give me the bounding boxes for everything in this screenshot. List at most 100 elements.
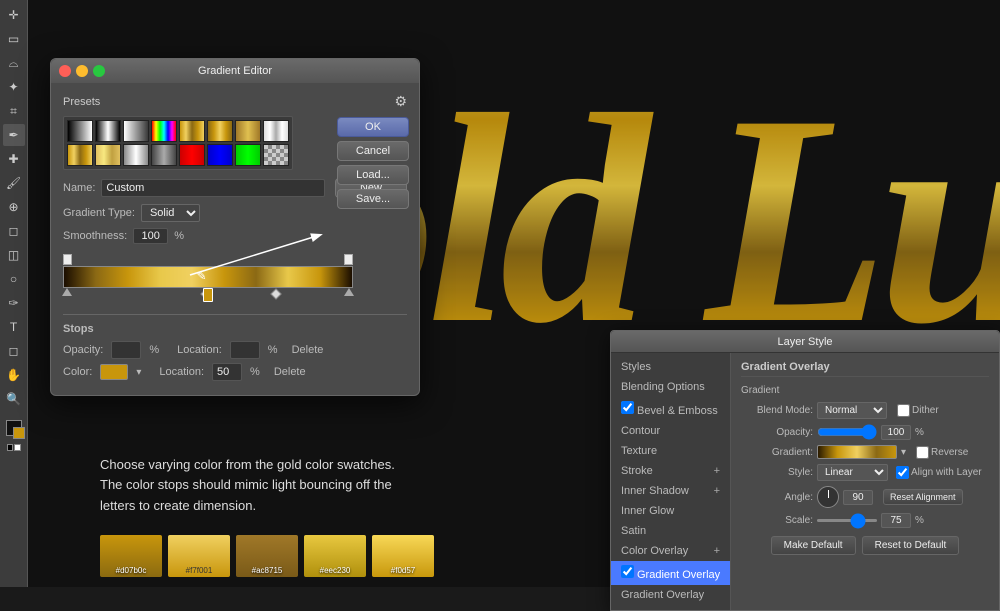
swatch-gold4[interactable]: #eec230 <box>304 535 366 577</box>
styles-item-stroke[interactable]: Stroke + <box>611 461 730 481</box>
reverse-checkbox[interactable] <box>916 446 929 459</box>
marquee-tool[interactable]: ▭ <box>3 28 25 50</box>
heal-tool[interactable]: ✚ <box>3 148 25 170</box>
name-input[interactable] <box>101 179 325 197</box>
styles-item-inner-glow[interactable]: Inner Glow <box>611 501 730 521</box>
reset-to-default-button[interactable]: Reset to Default <box>862 536 960 555</box>
styles-item-inner-shadow[interactable]: Inner Shadow + <box>611 481 730 501</box>
opacity-stop-left[interactable] <box>63 254 72 265</box>
styles-item-color-overlay[interactable]: Color Overlay + <box>611 541 730 561</box>
magic-wand-tool[interactable]: ✦ <box>3 76 25 98</box>
gradient-tool[interactable]: ◫ <box>3 244 25 266</box>
color-dropdown-icon[interactable]: ▾ <box>136 367 141 378</box>
preset-gold3[interactable] <box>235 120 261 142</box>
preset-checker[interactable] <box>263 144 289 166</box>
swatch-gold3[interactable]: #ac8715 <box>236 535 298 577</box>
gradient-bar[interactable]: ✎ <box>63 266 353 288</box>
swatch-gold5[interactable]: #f0d57 <box>372 535 434 577</box>
color-stop-middle[interactable] <box>203 288 213 302</box>
styles-item-blending[interactable]: Blending Options <box>611 377 730 397</box>
bevel-checkbox[interactable] <box>621 401 634 414</box>
gradient-preview[interactable] <box>817 445 897 459</box>
style-select[interactable]: Linear Radial Angle Reflected Diamond <box>817 464 888 481</box>
angle-dial[interactable] <box>817 486 839 508</box>
zoom-tool[interactable]: 🔍 <box>3 388 25 410</box>
eraser-tool[interactable]: ◻ <box>3 220 25 242</box>
name-label: Name: <box>63 182 95 194</box>
opacity-stop-input[interactable] <box>111 341 141 359</box>
styles-item-gradient-overlay[interactable]: Gradient Overlay <box>611 561 730 585</box>
maximize-button[interactable] <box>93 65 105 77</box>
preset-gold4[interactable] <box>67 144 93 166</box>
styles-item-gradient-overlay2[interactable]: Gradient Overlay <box>611 585 730 605</box>
preset-bwb[interactable] <box>95 120 121 142</box>
gradient-dropdown-icon[interactable]: ▾ <box>901 447 906 458</box>
opacity-slider[interactable] <box>817 424 877 440</box>
preset-silver2[interactable] <box>123 144 149 166</box>
opacity-stop-right[interactable] <box>344 254 353 265</box>
scale-slider[interactable] <box>817 519 877 522</box>
save-button[interactable]: Save... <box>337 189 409 209</box>
eyedropper-tool[interactable]: ✒ <box>3 124 25 146</box>
dither-checkbox[interactable] <box>897 404 910 417</box>
styles-item-satin[interactable]: Satin <box>611 521 730 541</box>
opacity-location-input[interactable] <box>230 341 260 359</box>
preset-black-white[interactable] <box>67 120 93 142</box>
angle-input[interactable] <box>843 490 873 505</box>
color-stop-left[interactable] <box>62 288 72 296</box>
opacity-delete-button[interactable]: Delete <box>292 344 324 356</box>
styles-item-texture[interactable]: Texture <box>611 441 730 461</box>
minimize-button[interactable] <box>76 65 88 77</box>
pen-tool[interactable]: ✑ <box>3 292 25 314</box>
styles-item-styles[interactable]: Styles <box>611 357 730 377</box>
gradient-type-select[interactable]: Solid Noise <box>141 204 200 222</box>
color-swatch-picker[interactable] <box>100 364 128 380</box>
ok-button[interactable]: OK <box>337 117 409 137</box>
preset-green[interactable] <box>235 144 261 166</box>
move-tool[interactable]: ✛ <box>3 4 25 26</box>
opacity-value-input[interactable] <box>881 425 911 440</box>
smoothness-input[interactable] <box>133 228 168 244</box>
preset-blue[interactable] <box>207 144 233 166</box>
preset-red[interactable] <box>179 144 205 166</box>
styles-item-bevel[interactable]: Bevel & Emboss <box>611 397 730 421</box>
clone-tool[interactable]: ⊕ <box>3 196 25 218</box>
swatch-gold2[interactable]: #f7f001 <box>168 535 230 577</box>
preset-gold5[interactable] <box>95 144 121 166</box>
reverse-label[interactable]: Reverse <box>916 446 968 459</box>
blend-mode-select[interactable]: Normal Multiply Screen Overlay <box>817 402 887 419</box>
color-stops-row <box>63 288 353 306</box>
dither-label[interactable]: Dither <box>897 404 939 417</box>
color-stop-right[interactable] <box>344 288 354 296</box>
shape-tool[interactable]: ◻ <box>3 340 25 362</box>
preset-rainbow[interactable] <box>151 120 177 142</box>
load-button[interactable]: Load... <box>337 165 409 185</box>
midpoint-diamond-2[interactable] <box>270 288 281 299</box>
gradient-overlay-checkbox[interactable] <box>621 565 634 578</box>
brush-tool[interactable]: 🖌 <box>3 172 25 194</box>
blend-mode-label: Blend Mode: <box>741 405 813 416</box>
dodge-tool[interactable]: ○ <box>3 268 25 290</box>
reset-alignment-button[interactable]: Reset Alignment <box>883 489 963 505</box>
align-layer-checkbox[interactable] <box>896 466 909 479</box>
styles-item-contour[interactable]: Contour <box>611 421 730 441</box>
cancel-button[interactable]: Cancel <box>337 141 409 161</box>
preset-silver3[interactable] <box>151 144 177 166</box>
close-button[interactable] <box>59 65 71 77</box>
scale-value-input[interactable] <box>881 513 911 528</box>
align-layer-label[interactable]: Align with Layer <box>896 466 982 479</box>
preset-gold1[interactable] <box>179 120 205 142</box>
preset-white-trans[interactable] <box>123 120 149 142</box>
color-delete-button[interactable]: Delete <box>274 366 306 378</box>
swatch-gold1[interactable]: #d07b0c <box>100 535 162 577</box>
color-location-input[interactable] <box>212 363 242 381</box>
lasso-tool[interactable]: ⌓ <box>3 52 25 74</box>
opacity-stop-label: Opacity: <box>63 344 103 356</box>
hand-tool[interactable]: ✋ <box>3 364 25 386</box>
text-tool[interactable]: T <box>3 316 25 338</box>
preset-silver1[interactable] <box>263 120 289 142</box>
crop-tool[interactable]: ⌗ <box>3 100 25 122</box>
preset-gold2[interactable] <box>207 120 233 142</box>
presets-gear-icon[interactable]: ⚙ <box>394 93 407 110</box>
make-default-button[interactable]: Make Default <box>771 536 856 555</box>
